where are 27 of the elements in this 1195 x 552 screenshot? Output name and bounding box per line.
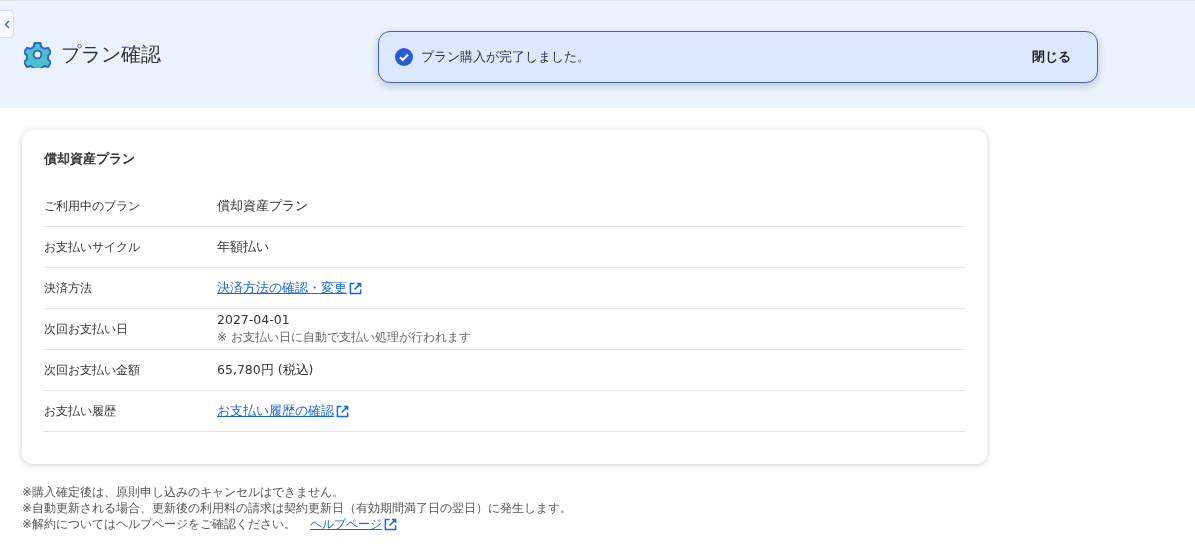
value-text: 65,780円 (税込) bbox=[217, 361, 314, 379]
note-text: ※解約についてはヘルプページをご確認ください。 bbox=[22, 516, 297, 532]
external-link-icon bbox=[336, 404, 349, 418]
row-label: お支払いサイクル bbox=[44, 238, 141, 256]
external-link-icon bbox=[349, 281, 362, 295]
value-text: 償却資産プラン bbox=[217, 197, 308, 215]
toast-message: プラン購入が完了しました。 bbox=[421, 48, 591, 66]
link[interactable]: お支払い履歴の確認 bbox=[217, 402, 334, 420]
chevron-icon bbox=[4, 19, 10, 29]
external-link-icon bbox=[384, 517, 398, 531]
note-text: ※自動更新される場合、更新後の利用料の請求は契約更新日（有効期間満了日の翌日）に発生します。 bbox=[22, 500, 573, 516]
help-link[interactable]: ヘルプページ bbox=[310, 516, 383, 532]
row-label: 次回お支払い日 bbox=[44, 320, 129, 338]
row-label: お支払い履歴 bbox=[44, 402, 117, 420]
close-button[interactable]: 閉じる bbox=[1028, 44, 1075, 70]
card-title: 償却資産プラン bbox=[44, 150, 136, 168]
page-title: プラン確認 bbox=[61, 41, 161, 68]
note-text: ※ お支払い日に自動で支払い処理が行われます bbox=[217, 329, 471, 346]
row-label: 決済方法 bbox=[44, 279, 93, 297]
check-circle-icon bbox=[395, 48, 413, 66]
value-text: 年額払い bbox=[217, 238, 269, 256]
note-text: ※購入確定後は、原則申し込みのキャンセルはできません。 bbox=[22, 484, 345, 500]
row-label: 次回お支払い金額 bbox=[44, 361, 141, 379]
gear-icon bbox=[24, 41, 51, 68]
row-label: ご利用中のプラン bbox=[44, 197, 141, 215]
link[interactable]: 決済方法の確認・変更 bbox=[217, 279, 347, 297]
value-text: 2027-04-01 bbox=[217, 312, 291, 327]
